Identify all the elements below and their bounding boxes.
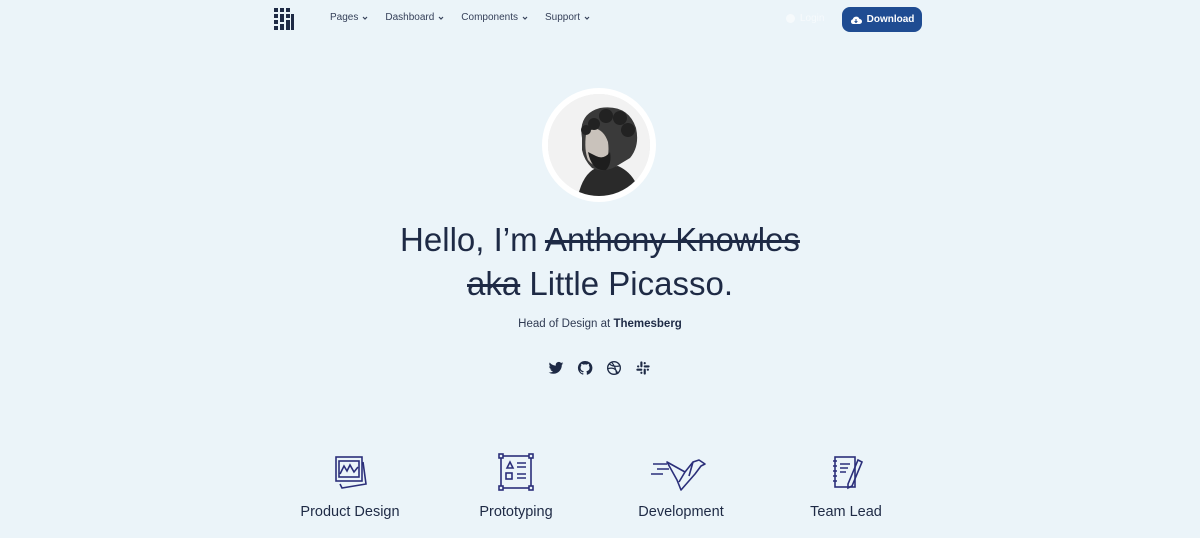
skill-label: Prototyping	[479, 504, 553, 520]
download-label: Download	[866, 14, 915, 25]
skill-label: Development	[638, 504, 724, 520]
product-design-icon	[335, 456, 367, 489]
skill-product-design: Product Design	[270, 452, 430, 520]
struck-aka-text: aka	[467, 265, 521, 302]
chevron-down-icon	[522, 16, 528, 20]
chevron-down-icon	[362, 16, 368, 20]
login-label: Login	[800, 13, 825, 24]
slack-icon[interactable]	[635, 360, 651, 376]
skills-section: Product Design Prototyping Development T…	[0, 452, 1200, 538]
role-subtitle: Head of Design at Themesberg	[0, 318, 1200, 330]
login-link[interactable]: Login	[786, 13, 824, 24]
skill-label: Team Lead	[810, 504, 882, 520]
twitter-icon[interactable]	[548, 360, 564, 376]
prototyping-icon	[498, 453, 534, 491]
skill-label: Product Design	[300, 504, 400, 520]
nickname-text: Little Picasso.	[529, 265, 733, 302]
role-text: Head of Design at	[518, 318, 611, 330]
avatar-photo	[548, 94, 650, 196]
team-lead-icon	[833, 456, 864, 490]
nav-components-label: Components	[461, 12, 518, 23]
download-button[interactable]: Download	[842, 7, 922, 32]
chevron-down-icon	[584, 16, 590, 20]
main-nav: Pages Dashboard Components Support	[330, 12, 607, 23]
skill-development: Development	[601, 452, 761, 520]
navbar: Pages Dashboard Components Support Login…	[0, 0, 1200, 38]
cloud-download-icon	[850, 16, 862, 24]
brand-logo[interactable]	[274, 8, 294, 30]
nav-pages[interactable]: Pages	[330, 12, 368, 23]
nav-support[interactable]: Support	[545, 12, 590, 23]
greeting-text: Hello, I’m	[400, 221, 538, 258]
github-icon[interactable]	[577, 360, 593, 376]
nav-components[interactable]: Components	[461, 12, 528, 23]
nav-support-label: Support	[544, 12, 581, 23]
struck-name-text: Anthony Knowles	[544, 221, 800, 258]
dribbble-icon[interactable]	[606, 360, 622, 376]
portrait-image	[548, 94, 650, 196]
nav-pages-label: Pages	[330, 12, 359, 23]
social-links	[548, 360, 651, 376]
skill-prototyping: Prototyping	[436, 452, 596, 520]
development-icon	[651, 459, 706, 491]
nav-dashboard-label: Dashboard	[385, 12, 435, 23]
chevron-down-icon	[438, 16, 444, 20]
headline-line-1: Hello, I’m Anthony Knowles	[0, 218, 1200, 262]
skill-team-lead: Team Lead	[766, 452, 926, 520]
user-icon	[786, 14, 795, 23]
headline-line-2: aka Little Picasso.	[0, 262, 1200, 306]
hero-headline: Hello, I’m Anthony Knowles aka Little Pi…	[0, 218, 1200, 306]
nav-dashboard[interactable]: Dashboard	[385, 12, 444, 23]
profile-avatar	[542, 88, 656, 202]
company-link[interactable]: Themesberg	[613, 318, 681, 330]
